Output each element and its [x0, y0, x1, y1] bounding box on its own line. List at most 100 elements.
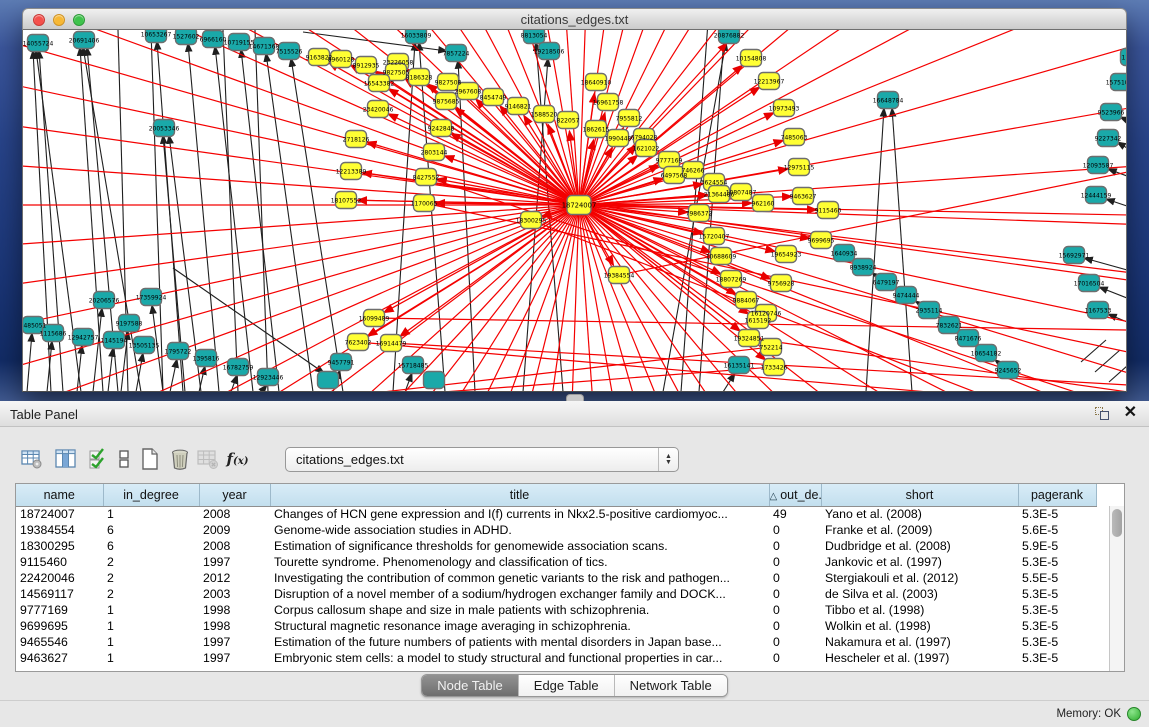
cell-year: 2012 — [199, 570, 270, 586]
network-canvas[interactable]: 1405572420691406106532671527602696616010… — [22, 30, 1127, 392]
graph-node-label: 12923446 — [253, 374, 284, 381]
table-row[interactable]: 977716911998Corpus callosum shape and si… — [16, 602, 1096, 618]
graph-node-label: 16099489 — [359, 315, 390, 322]
table-source-dropdown[interactable]: citations_edges.txt ▲▼ — [285, 447, 679, 472]
graph-edge-red — [579, 205, 1126, 391]
graph-edge-red — [579, 205, 1126, 391]
column-header-year[interactable]: year — [199, 484, 270, 506]
column-header-out_de[interactable]: △out_de... — [769, 484, 821, 506]
graph-edge-red — [579, 205, 1126, 391]
graph-node-label: 11112 — [1121, 54, 1126, 61]
graph-node-label: 18640910 — [581, 79, 612, 86]
delete-table-icon[interactable] — [194, 445, 221, 472]
cell-in_degree: 1 — [103, 618, 199, 634]
cell-title: Genome-wide association studies in ADHD. — [270, 522, 769, 538]
column-header-pagerank[interactable]: pagerank — [1018, 484, 1096, 506]
tab-node-table[interactable]: Node Table — [422, 675, 519, 696]
graph-edge-red — [579, 205, 1126, 391]
table-row[interactable]: 2242004622012Investigating the contribut… — [16, 570, 1096, 586]
float-window-icon[interactable] — [1094, 405, 1110, 421]
new-table-icon[interactable] — [136, 445, 163, 472]
table-row[interactable]: 911546021997Tourette syndrome. Phenomeno… — [16, 554, 1096, 570]
citation-network-graph[interactable]: 1405572420691406106532671527602696616010… — [23, 30, 1126, 391]
cell-short: de Silva et al. (2003) — [821, 586, 1018, 602]
table-source-value: citations_edges.txt — [296, 452, 404, 467]
graph-node-label: 9756928 — [768, 280, 795, 287]
close-window-icon[interactable] — [33, 14, 45, 26]
graph-node-label: 9474444 — [893, 292, 920, 299]
table-row[interactable]: 946554611997Estimation of the future num… — [16, 634, 1096, 650]
table-row[interactable]: 1830029562008Estimation of significance … — [16, 538, 1096, 554]
graph-node-label: 7955812 — [616, 115, 643, 122]
table-row[interactable]: 946362711997Embryonic stem cells: a mode… — [16, 650, 1096, 666]
graph-node-label: 18107552 — [331, 197, 362, 204]
cell-in_degree: 2 — [103, 570, 199, 586]
table-scrollbar-thumb[interactable] — [1112, 509, 1122, 537]
table-row[interactable]: 1456911722003Disruption of a novel membe… — [16, 586, 1096, 602]
column-header-short[interactable]: short — [821, 484, 1018, 506]
column-visibility-icon[interactable] — [52, 445, 79, 472]
graph-node-label: 13505135 — [129, 342, 160, 349]
table-panel-header[interactable]: Table Panel ✕ — [0, 401, 1149, 427]
graph-node-label: 8912935 — [353, 62, 380, 69]
cell-year: 1998 — [199, 602, 270, 618]
cell-title: Estimation of significance thresholds fo… — [270, 538, 769, 554]
zoom-window-icon[interactable] — [73, 14, 85, 26]
graph-node-label: 10653267 — [141, 31, 172, 38]
tab-network-table[interactable]: Network Table — [615, 675, 727, 696]
cell-pagerank: 5.5E-5 — [1018, 570, 1096, 586]
graph-node-label: 16033809 — [401, 32, 432, 39]
sort-ascending-icon: △ — [770, 491, 778, 502]
graph-edge-black — [1099, 287, 1126, 298]
table-settings-icon[interactable] — [18, 445, 45, 472]
graph-edge-red — [23, 30, 579, 205]
graph-edge-black — [108, 348, 113, 391]
close-panel-icon[interactable]: ✕ — [1124, 405, 1137, 421]
graph-node[interactable] — [318, 372, 339, 389]
column-header-title[interactable]: title — [270, 484, 769, 506]
graph-node-label: 12213389 — [336, 168, 367, 175]
graph-node-label: 9884067 — [733, 297, 760, 304]
graph-edge-black — [215, 46, 253, 391]
graph-edge-red — [23, 30, 579, 205]
row-height-icon[interactable] — [110, 445, 137, 472]
cell-year: 1997 — [199, 650, 270, 666]
cell-title: Investigating the contribution of common… — [270, 570, 769, 586]
graph-node-label: 7857224 — [443, 50, 470, 57]
graph-edge-black — [241, 49, 279, 391]
column-header-in_degree[interactable]: in_degree — [103, 484, 199, 506]
graph-node-label: 9146821 — [505, 103, 532, 110]
graph-node-label: 7623402 — [345, 339, 372, 346]
panel-splitter-handle[interactable] — [566, 394, 584, 401]
delete-trash-icon[interactable] — [166, 445, 193, 472]
window-titlebar[interactable]: citations_edges.txt — [22, 8, 1127, 30]
graph-node-label: 9227342 — [1095, 135, 1122, 142]
graph-edge-black — [255, 30, 268, 391]
graph-node-label: 23226058 — [383, 59, 414, 66]
tab-edge-table[interactable]: Edge Table — [519, 675, 615, 696]
graph-node-label: 17359924 — [136, 294, 167, 301]
graph-node-label: 2935114 — [916, 307, 943, 314]
graph-node[interactable] — [424, 372, 445, 389]
cell-pagerank: 5.3E-5 — [1018, 618, 1096, 634]
graph-node-label: 17016504 — [1074, 280, 1105, 287]
graph-node-label: 16961758 — [593, 99, 624, 106]
minimize-window-icon[interactable] — [53, 14, 65, 26]
graph-node-label: 10154808 — [736, 55, 767, 62]
column-header-name[interactable]: name — [16, 484, 103, 506]
cell-pagerank: 5.3E-5 — [1018, 506, 1096, 522]
graph-node-label: 12444159 — [1081, 192, 1112, 199]
graph-node-label: 2803144 — [421, 149, 448, 156]
function-builder-icon[interactable]: f(x) — [224, 445, 251, 472]
table-row[interactable]: 1872400712008Changes of HCN gene express… — [16, 506, 1096, 522]
graph-node-label: 8813054 — [521, 32, 548, 39]
row-select-icon[interactable] — [85, 445, 112, 472]
cell-in_degree: 2 — [103, 554, 199, 570]
graph-node-label: 1145194 — [101, 337, 128, 344]
table-scrollbar-track[interactable] — [1109, 506, 1124, 671]
table-row[interactable]: 969969511998Structural magnetic resonanc… — [16, 618, 1096, 634]
graph-node-label: 8186328 — [406, 74, 433, 81]
cell-out_degree: 0 — [769, 538, 821, 554]
desktop-background: citations_edges.txt 1405572420 — [0, 0, 1149, 401]
table-row[interactable]: 1938455462009Genome-wide association stu… — [16, 522, 1096, 538]
